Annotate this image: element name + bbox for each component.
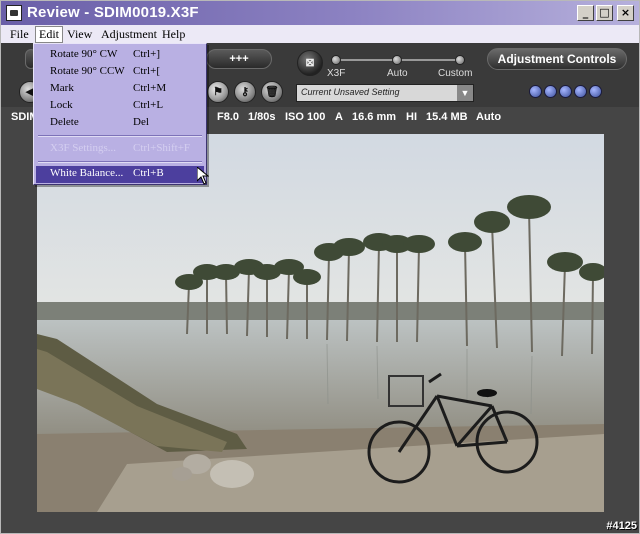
menu-separator <box>38 135 202 137</box>
focal-length-value: 16.6 mm <box>352 111 397 123</box>
menu-item-shortcut: Ctrl+[ <box>133 65 160 77</box>
status-led <box>544 85 557 98</box>
menu-separator <box>38 161 202 163</box>
mouse-cursor-icon <box>197 167 209 185</box>
slider-dot-custom[interactable] <box>455 55 465 65</box>
shutter-value: 1/80s <box>248 111 276 123</box>
menu-view[interactable]: View <box>67 27 92 42</box>
menu-adjustment[interactable]: Adjustment <box>101 27 157 42</box>
menu-item-label: White Balance... <box>50 167 124 179</box>
menu-item-shortcut: Ctrl+Shift+F <box>133 142 191 154</box>
menu-item-shortcut: Ctrl+L <box>133 99 164 111</box>
aperture-value: F8.0 <box>217 111 240 123</box>
menu-item-label: Lock <box>50 99 73 111</box>
quality-value: HI <box>406 111 417 123</box>
slider-label-custom: Custom <box>438 68 473 79</box>
menu-item-shortcut: Del <box>133 116 149 128</box>
status-led <box>529 85 542 98</box>
trash-icon[interactable]: 🗑 <box>261 81 283 103</box>
edit-menu-dropdown: Rotate 90° CW Ctrl+] Rotate 90° CCW Ctrl… <box>33 43 207 185</box>
slider-dot-x3f[interactable] <box>331 55 341 65</box>
chevron-down-icon[interactable]: ▼ <box>457 85 473 101</box>
menu-file[interactable]: File <box>10 27 29 42</box>
menu-delete[interactable]: Delete Del <box>36 115 204 132</box>
menu-item-shortcut: Ctrl+] <box>133 48 160 60</box>
menu-item-label: Mark <box>50 82 74 94</box>
menu-rotate-cw[interactable]: Rotate 90° CW Ctrl+] <box>36 47 204 64</box>
slider-label-x3f: X3F <box>327 68 346 79</box>
maximize-button[interactable]: □ <box>596 5 613 21</box>
status-led <box>574 85 587 98</box>
slider-label-auto: Auto <box>387 68 408 79</box>
white-balance-value: Auto <box>476 111 502 123</box>
watermark: #4125 <box>606 520 637 532</box>
menu-item-label: X3F Settings... <box>50 142 117 154</box>
photo-preview[interactable] <box>37 134 604 512</box>
menu-item-shortcut: Ctrl+M <box>133 82 167 94</box>
menu-item-label: Rotate 90° CW <box>50 48 118 60</box>
file-size-value: 15.4 MB <box>426 111 468 123</box>
key-icon[interactable]: ⚷ <box>234 81 256 103</box>
title-bar[interactable]: Review - SDIM0019.X3F _ □ × <box>1 1 639 25</box>
menu-lock[interactable]: Lock Ctrl+L <box>36 98 204 115</box>
plus-button[interactable]: +++ <box>206 49 272 69</box>
slider-dot-auto[interactable] <box>392 55 402 65</box>
setting-select[interactable]: Current Unsaved Setting ▼ <box>296 84 474 102</box>
close-button[interactable]: × <box>617 5 634 21</box>
app-icon[interactable] <box>6 5 22 21</box>
menu-rotate-ccw[interactable]: Rotate 90° CCW Ctrl+[ <box>36 64 204 81</box>
setting-select-value: Current Unsaved Setting <box>301 87 400 97</box>
mode-value: A <box>335 111 343 123</box>
minimize-button[interactable]: _ <box>577 5 594 21</box>
menu-item-shortcut: Ctrl+B <box>133 167 164 179</box>
flag-icon[interactable]: ⚑ <box>207 81 229 103</box>
menu-item-label: Delete <box>50 116 79 128</box>
photo-landscape <box>37 134 604 512</box>
x3f-mode-icon[interactable]: ⊠ <box>297 50 323 76</box>
menu-white-balance[interactable]: White Balance... Ctrl+B <box>36 166 204 183</box>
status-led <box>589 85 602 98</box>
menu-x3f-settings[interactable]: X3F Settings... Ctrl+Shift+F <box>36 141 204 158</box>
iso-value: ISO 100 <box>285 111 326 123</box>
menu-edit[interactable]: Edit <box>35 26 63 43</box>
menu-help[interactable]: Help <box>162 27 185 42</box>
status-led <box>559 85 572 98</box>
menu-bar: File Edit View Adjustment Help <box>1 25 639 43</box>
adjustment-controls-button[interactable]: Adjustment Controls <box>487 48 627 70</box>
window-title: Review - SDIM0019.X3F <box>27 4 199 21</box>
menu-mark[interactable]: Mark Ctrl+M <box>36 81 204 98</box>
review-window: Review - SDIM0019.X3F _ □ × File Edit Vi… <box>0 0 640 534</box>
menu-item-label: Rotate 90° CCW <box>50 65 125 77</box>
